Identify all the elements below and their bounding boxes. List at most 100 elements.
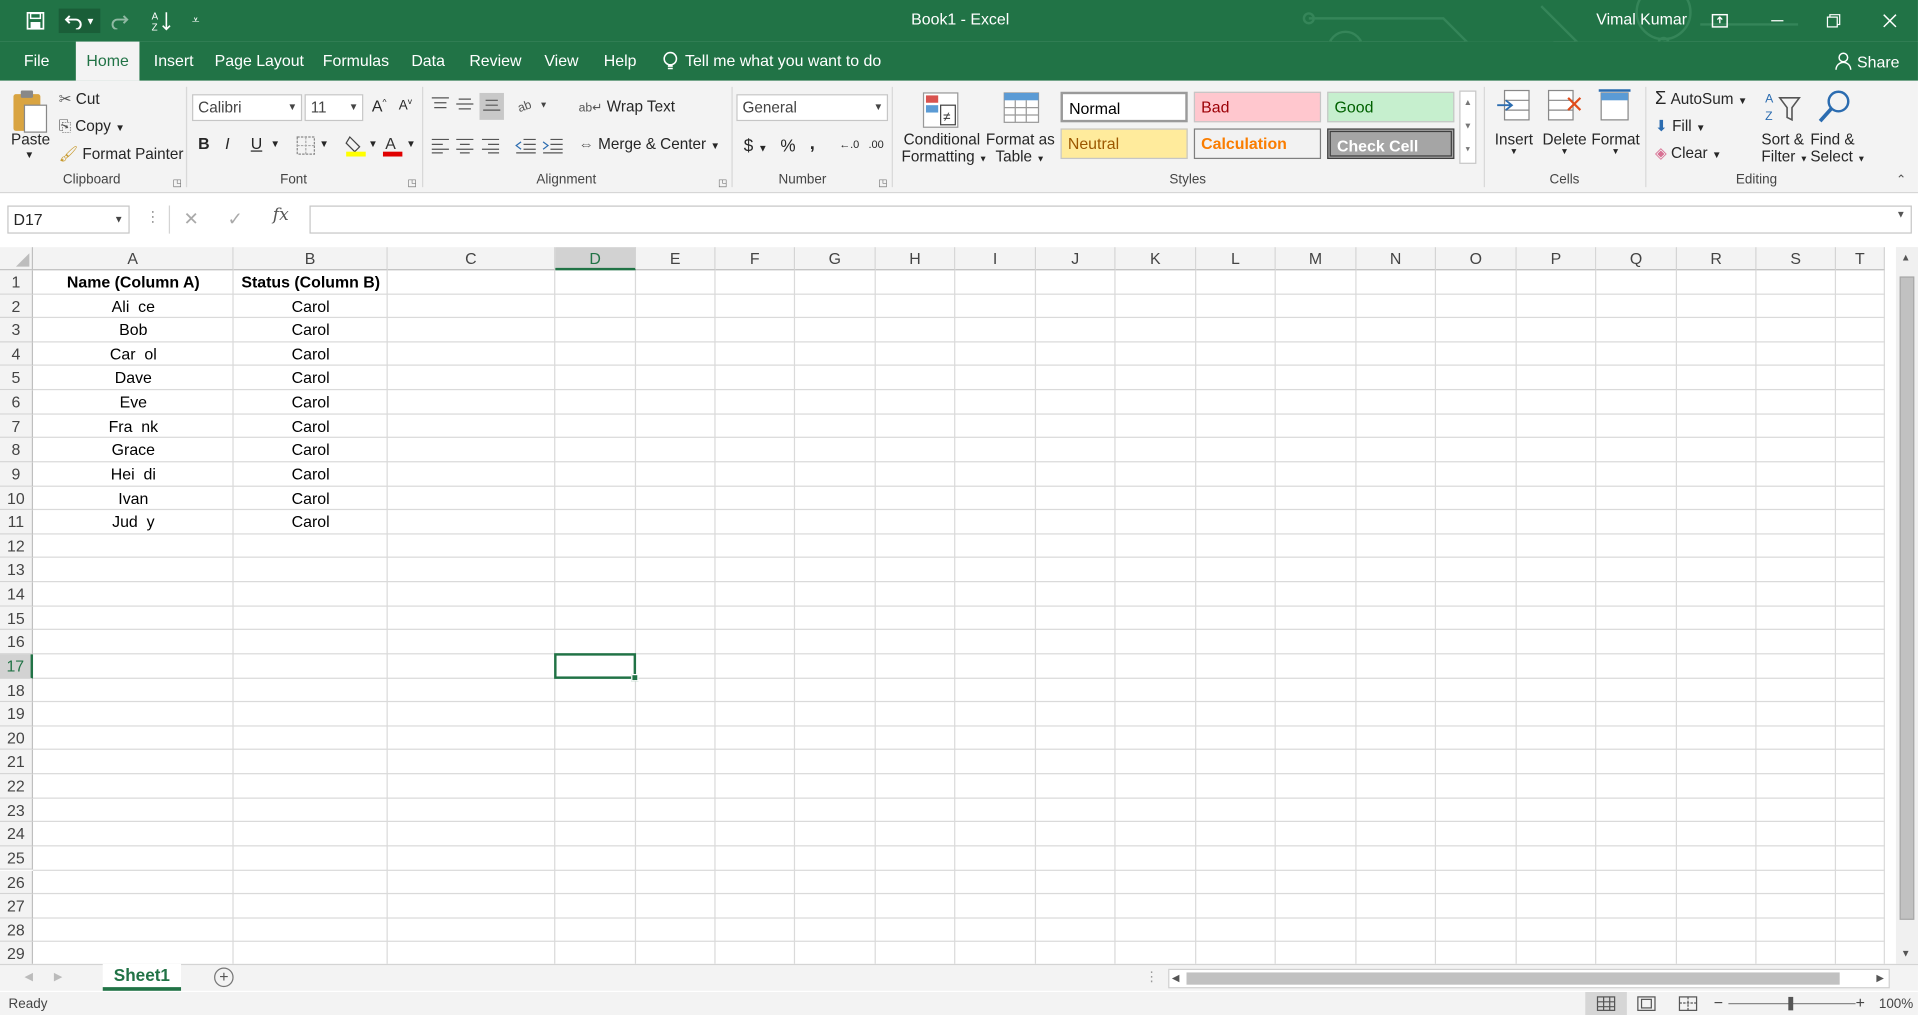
cell-a11[interactable]: Jud y bbox=[33, 510, 234, 533]
cell-a6[interactable]: Eve bbox=[33, 390, 234, 413]
column-header-h[interactable]: H bbox=[875, 247, 956, 271]
row-header-6[interactable]: 6 bbox=[0, 390, 34, 415]
conditional-formatting-button[interactable]: Conditional Formatting ▼ bbox=[901, 131, 987, 165]
scroll-left-icon[interactable]: ◀ bbox=[1172, 972, 1180, 983]
horizontal-scrollbar[interactable]: ◀ ▶ bbox=[1168, 968, 1890, 989]
underline-button[interactable]: U bbox=[251, 135, 262, 153]
row-header-27[interactable]: 27 bbox=[0, 894, 34, 919]
autosum-button[interactable]: Σ AutoSum ▼ bbox=[1655, 88, 1747, 109]
align-top-icon[interactable] bbox=[431, 95, 451, 117]
shrink-font-button[interactable]: Av bbox=[399, 98, 412, 113]
column-header-c[interactable]: C bbox=[387, 247, 556, 271]
column-header-m[interactable]: M bbox=[1275, 247, 1357, 271]
row-header-11[interactable]: 11 bbox=[0, 510, 34, 535]
row-header-19[interactable]: 19 bbox=[0, 702, 34, 727]
select-all-button[interactable] bbox=[0, 247, 34, 271]
column-header-e[interactable]: E bbox=[636, 247, 716, 271]
tab-file[interactable]: File bbox=[10, 42, 64, 81]
cell-b4[interactable]: Carol bbox=[234, 342, 388, 365]
align-bottom-icon[interactable] bbox=[479, 92, 504, 120]
row-header-3[interactable]: 3 bbox=[0, 318, 34, 343]
paste-dropdown-icon[interactable]: ▼ bbox=[24, 149, 34, 160]
new-sheet-icon[interactable]: + bbox=[214, 967, 234, 988]
underline-dropdown-icon[interactable]: ▼ bbox=[270, 138, 280, 149]
column-header-q[interactable]: Q bbox=[1596, 247, 1678, 271]
column-header-t[interactable]: T bbox=[1836, 247, 1885, 271]
close-icon[interactable] bbox=[1878, 9, 1902, 33]
font-color-icon[interactable]: A bbox=[382, 135, 403, 162]
column-header-r[interactable]: R bbox=[1677, 247, 1757, 271]
align-center-icon[interactable] bbox=[455, 137, 475, 159]
clipboard-launcher-icon[interactable]: ◳ bbox=[172, 177, 181, 188]
row-header-4[interactable]: 4 bbox=[0, 342, 34, 367]
tell-me-box[interactable]: Tell me what you want to do bbox=[685, 42, 881, 81]
normal-view-button[interactable] bbox=[1585, 992, 1627, 1015]
column-header-s[interactable]: S bbox=[1756, 247, 1837, 271]
row-header-15[interactable]: 15 bbox=[0, 606, 34, 631]
insert-cells-button[interactable]: Insert ▼ bbox=[1495, 131, 1533, 157]
zoom-level[interactable]: 100% bbox=[1879, 997, 1913, 1012]
name-box[interactable]: D17 ▼ bbox=[7, 205, 130, 234]
cell-b6[interactable]: Carol bbox=[234, 390, 388, 413]
column-header-l[interactable]: L bbox=[1196, 247, 1276, 271]
tab-review[interactable]: Review bbox=[465, 42, 526, 81]
scroll-right-icon[interactable]: ▶ bbox=[1876, 972, 1884, 983]
row-header-22[interactable]: 22 bbox=[0, 774, 34, 799]
cell-b10[interactable]: Carol bbox=[234, 486, 388, 509]
cell-b9[interactable]: Carol bbox=[234, 462, 388, 485]
tab-page-layout[interactable]: Page Layout bbox=[210, 42, 308, 81]
expand-formula-bar-icon[interactable]: ▼ bbox=[1896, 209, 1906, 220]
cut-button[interactable]: ✂ Cut bbox=[59, 89, 100, 108]
cell-b3[interactable]: Carol bbox=[234, 318, 388, 341]
number-format-combo[interactable]: General ▼ bbox=[736, 94, 889, 122]
styles-gallery-scroller[interactable]: ▲ ▼ ▾ bbox=[1459, 90, 1477, 164]
cell-b7[interactable]: Carol bbox=[234, 414, 388, 437]
style-bad[interactable]: Bad bbox=[1193, 91, 1322, 123]
row-header-1[interactable]: 1 bbox=[0, 270, 34, 295]
fill-button[interactable]: ⬇ Fill ▼ bbox=[1655, 116, 1706, 134]
copy-button[interactable]: ⎘ Copy ▼ bbox=[59, 117, 125, 135]
row-header-12[interactable]: 12 bbox=[0, 534, 34, 559]
row-header-17[interactable]: 17 bbox=[0, 654, 34, 679]
column-header-g[interactable]: G bbox=[795, 247, 876, 271]
cell-a5[interactable]: Dave bbox=[33, 366, 234, 389]
share-button[interactable]: Share bbox=[1835, 51, 1899, 75]
tab-home[interactable]: Home bbox=[75, 41, 140, 81]
number-launcher-icon[interactable]: ◳ bbox=[878, 177, 887, 188]
font-name-combo[interactable]: Calibri ▼ bbox=[192, 94, 303, 122]
style-neutral[interactable]: Neutral bbox=[1060, 128, 1188, 160]
row-header-26[interactable]: 26 bbox=[0, 870, 34, 895]
column-header-n[interactable]: N bbox=[1356, 247, 1437, 271]
column-header-k[interactable]: K bbox=[1115, 247, 1197, 271]
cell-a4[interactable]: Car ol bbox=[33, 342, 234, 365]
column-header-b[interactable]: B bbox=[233, 247, 388, 271]
row-header-24[interactable]: 24 bbox=[0, 822, 34, 847]
row-header-18[interactable]: 18 bbox=[0, 678, 34, 703]
row-header-28[interactable]: 28 bbox=[0, 918, 34, 943]
tab-formulas[interactable]: Formulas bbox=[318, 42, 394, 81]
split-handle-icon[interactable]: ⋮ bbox=[1145, 969, 1158, 985]
tab-help[interactable]: Help bbox=[597, 42, 643, 81]
paste-icon[interactable] bbox=[10, 88, 49, 134]
tab-view[interactable]: View bbox=[538, 42, 584, 81]
save-icon[interactable] bbox=[23, 9, 47, 33]
currency-button[interactable]: $ ▼ bbox=[744, 136, 768, 156]
zoom-slider-thumb[interactable] bbox=[1788, 996, 1794, 1011]
row-header-9[interactable]: 9 bbox=[0, 462, 34, 487]
row-header-7[interactable]: 7 bbox=[0, 414, 34, 439]
column-header-p[interactable]: P bbox=[1516, 247, 1597, 271]
cell-b8[interactable]: Carol bbox=[234, 438, 388, 461]
cell-a1[interactable]: Name (Column A) bbox=[33, 270, 234, 293]
sort-filter-button[interactable]: Sort & Filter ▼ bbox=[1761, 131, 1808, 165]
row-header-16[interactable]: 16 bbox=[0, 630, 34, 655]
restore-icon[interactable] bbox=[1821, 9, 1845, 33]
cell-a8[interactable]: Grace bbox=[33, 438, 234, 461]
confirm-entry-icon[interactable]: ✓ bbox=[228, 208, 243, 230]
row-header-20[interactable]: 20 bbox=[0, 726, 34, 751]
cell-b2[interactable]: Carol bbox=[234, 294, 388, 317]
tab-insert[interactable]: Insert bbox=[148, 42, 199, 81]
worksheet-grid[interactable]: ABCDEFGHIJKLMNOPQRST 1 2 3 4 5 6 7 8 9 10 11 12 13 14… bbox=[0, 247, 1896, 964]
format-painter-button[interactable]: 🖌 Format Painter bbox=[59, 146, 184, 164]
alignment-launcher-icon[interactable]: ◳ bbox=[718, 177, 727, 188]
grow-font-button[interactable]: A^ bbox=[372, 97, 387, 115]
